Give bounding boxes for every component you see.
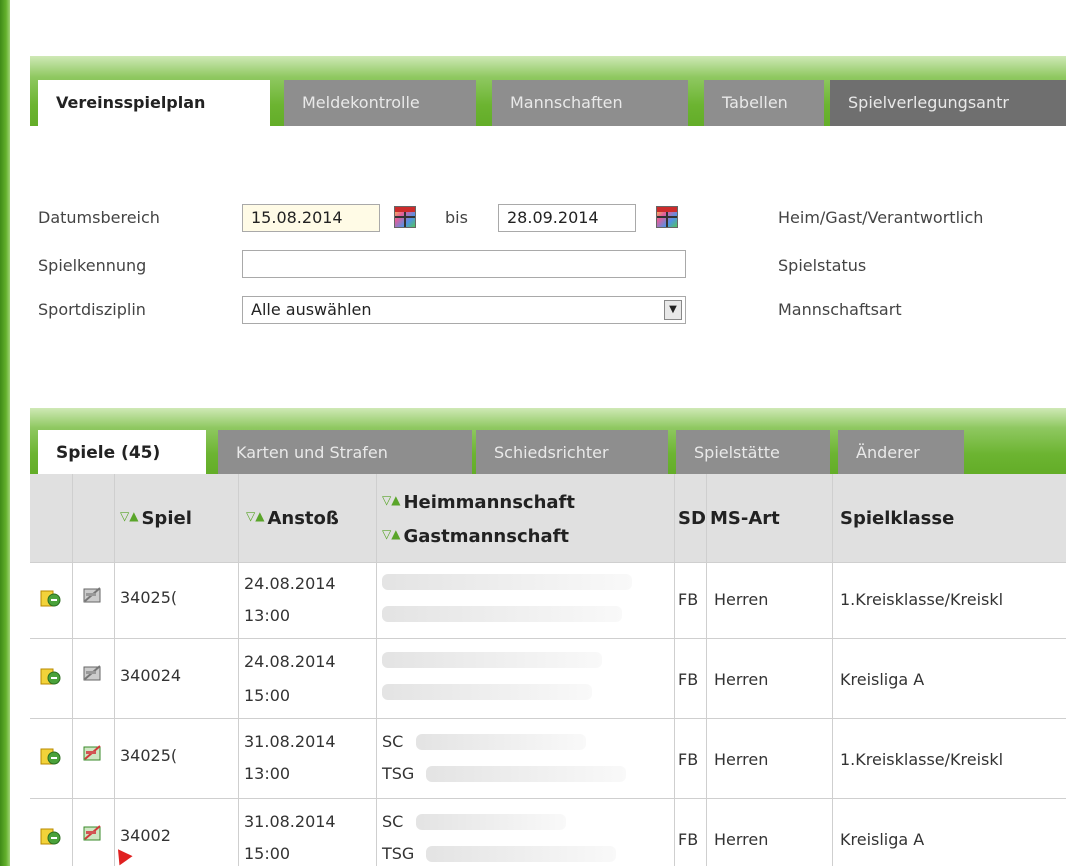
tab-spielstaette[interactable]: Spielstätte: [676, 430, 830, 476]
ms-art-value: Herren: [714, 750, 769, 769]
games-table: ▽▲ Spiel ▽▲ Anstoß ▽▲ Heimmannschaft ▽▲ Gast…: [30, 474, 1066, 866]
tab-meldekontrolle[interactable]: Meldekontrolle: [284, 80, 476, 126]
results-tab-bar: Spiele (45) Karten und Strafen Schiedsri…: [30, 408, 1066, 476]
row-divider: [30, 562, 1066, 563]
spielkennung-input[interactable]: [242, 250, 686, 278]
date-from-input[interactable]: 15.08.2014: [242, 204, 380, 232]
redacted-heim: [416, 814, 566, 830]
spielklasse-value: Kreisliga A: [840, 670, 925, 689]
datumsbereich-label: Datumsbereich: [38, 208, 160, 227]
header-sd: SD: [678, 508, 706, 529]
anstoss-time: 13:00: [244, 606, 291, 625]
redacted-gast: [382, 606, 622, 622]
report-icon[interactable]: [40, 746, 62, 768]
row-divider: [30, 638, 1066, 639]
calendar-icon[interactable]: [394, 206, 416, 228]
edit-game-icon[interactable]: [82, 742, 104, 764]
anstoss-time: 13:00: [244, 764, 291, 783]
spielkennung-label: Spielkennung: [38, 256, 147, 275]
redacted-heim: [382, 574, 632, 590]
column-divider: [114, 474, 115, 866]
edit-game-icon[interactable]: [82, 662, 104, 684]
ms-art-value: Herren: [714, 590, 769, 609]
report-icon[interactable]: [40, 826, 62, 848]
redacted-gast: [426, 846, 616, 862]
tab-vereinsspielplan[interactable]: Vereinsspielplan: [38, 80, 270, 126]
date-to-input[interactable]: 28.09.2014: [498, 204, 636, 232]
redacted-gast: [382, 684, 592, 700]
tab-mannschaften[interactable]: Mannschaften: [492, 80, 688, 126]
row-divider: [30, 798, 1066, 799]
redacted-gast: [426, 766, 626, 782]
tab-aenderer[interactable]: Änderer: [838, 430, 964, 476]
spielstatus-label: Spielstatus: [778, 256, 867, 275]
ms-art-value: Herren: [714, 670, 769, 689]
spiel-id[interactable]: 34002: [120, 826, 171, 845]
heim-value: SC: [382, 732, 404, 751]
chevron-down-icon[interactable]: ▼: [664, 300, 682, 320]
column-divider: [72, 474, 73, 866]
sportdisziplin-value: Alle auswählen: [251, 300, 372, 319]
anstoss-date: 31.08.2014: [244, 812, 336, 831]
tab-tabellen[interactable]: Tabellen: [704, 80, 824, 126]
redacted-heim: [382, 652, 602, 668]
sd-value: FB: [678, 750, 699, 769]
edit-game-icon[interactable]: [82, 584, 104, 606]
spiel-id[interactable]: 34025(: [120, 588, 177, 607]
report-icon[interactable]: [40, 666, 62, 688]
filter-form: Datumsbereich 15.08.2014 bis 28.09.2014 …: [30, 126, 1066, 408]
header-spielklasse: Spielklasse: [840, 508, 955, 529]
spiel-id[interactable]: 340024: [120, 666, 181, 685]
spielklasse-value: 1.Kreisklasse/Kreiskl: [840, 750, 1004, 769]
column-divider: [832, 474, 833, 866]
gast-value: TSG: [382, 844, 415, 863]
spiel-id[interactable]: 34025(: [120, 746, 177, 765]
bis-label: bis: [445, 208, 468, 227]
sd-value: FB: [678, 590, 699, 609]
header-heimmannschaft[interactable]: ▽▲ Heimmannschaft: [382, 492, 575, 513]
header-anstoss[interactable]: ▽▲ Anstoß: [246, 508, 339, 529]
sportdisziplin-select[interactable]: Alle auswählen ▼: [242, 296, 686, 324]
table-header: ▽▲ Spiel ▽▲ Anstoß ▽▲ Heimmannschaft ▽▲ Gast…: [30, 474, 1066, 562]
redacted-heim: [416, 734, 586, 750]
left-accent-bar: [0, 0, 10, 866]
row-divider: [30, 718, 1066, 719]
report-icon[interactable]: [40, 588, 62, 610]
heim-gast-label: Heim/Gast/Verantwortlich: [778, 208, 984, 227]
tab-spiele[interactable]: Spiele (45): [38, 430, 206, 476]
column-divider: [376, 474, 377, 866]
anstoss-time: 15:00: [244, 686, 291, 705]
tab-schiedsrichter[interactable]: Schiedsrichter: [476, 430, 668, 476]
column-divider: [674, 474, 675, 866]
anstoss-time: 15:00: [244, 844, 291, 863]
calendar-icon[interactable]: [656, 206, 678, 228]
sd-value: FB: [678, 670, 699, 689]
header-spiel[interactable]: ▽▲ Spiel: [120, 508, 192, 529]
main-tab-bar: Vereinsspielplan Meldekontrolle Mannscha…: [30, 56, 1066, 126]
anstoss-date: 31.08.2014: [244, 732, 336, 751]
heim-value: SC: [382, 812, 404, 831]
gast-value: TSG: [382, 764, 415, 783]
anstoss-date: 24.08.2014: [244, 574, 336, 593]
column-divider: [706, 474, 707, 866]
header-ms-art: MS-Art: [710, 508, 780, 529]
header-gastmannschaft[interactable]: ▽▲ Gastmannschaft: [382, 526, 569, 547]
spielklasse-value: 1.Kreisklasse/Kreiskl: [840, 590, 1004, 609]
spielklasse-value: Kreisliga A: [840, 830, 925, 849]
sd-value: FB: [678, 830, 699, 849]
ms-art-value: Herren: [714, 830, 769, 849]
column-divider: [238, 474, 239, 866]
edit-game-icon[interactable]: [82, 822, 104, 844]
tab-karten-und-strafen[interactable]: Karten und Strafen: [218, 430, 472, 476]
sportdisziplin-label: Sportdisziplin: [38, 300, 146, 319]
mannschaftsart-label: Mannschaftsart: [778, 300, 902, 319]
anstoss-date: 24.08.2014: [244, 652, 336, 671]
tab-spielverlegungsantrag[interactable]: Spielverlegungsantr: [830, 80, 1066, 126]
